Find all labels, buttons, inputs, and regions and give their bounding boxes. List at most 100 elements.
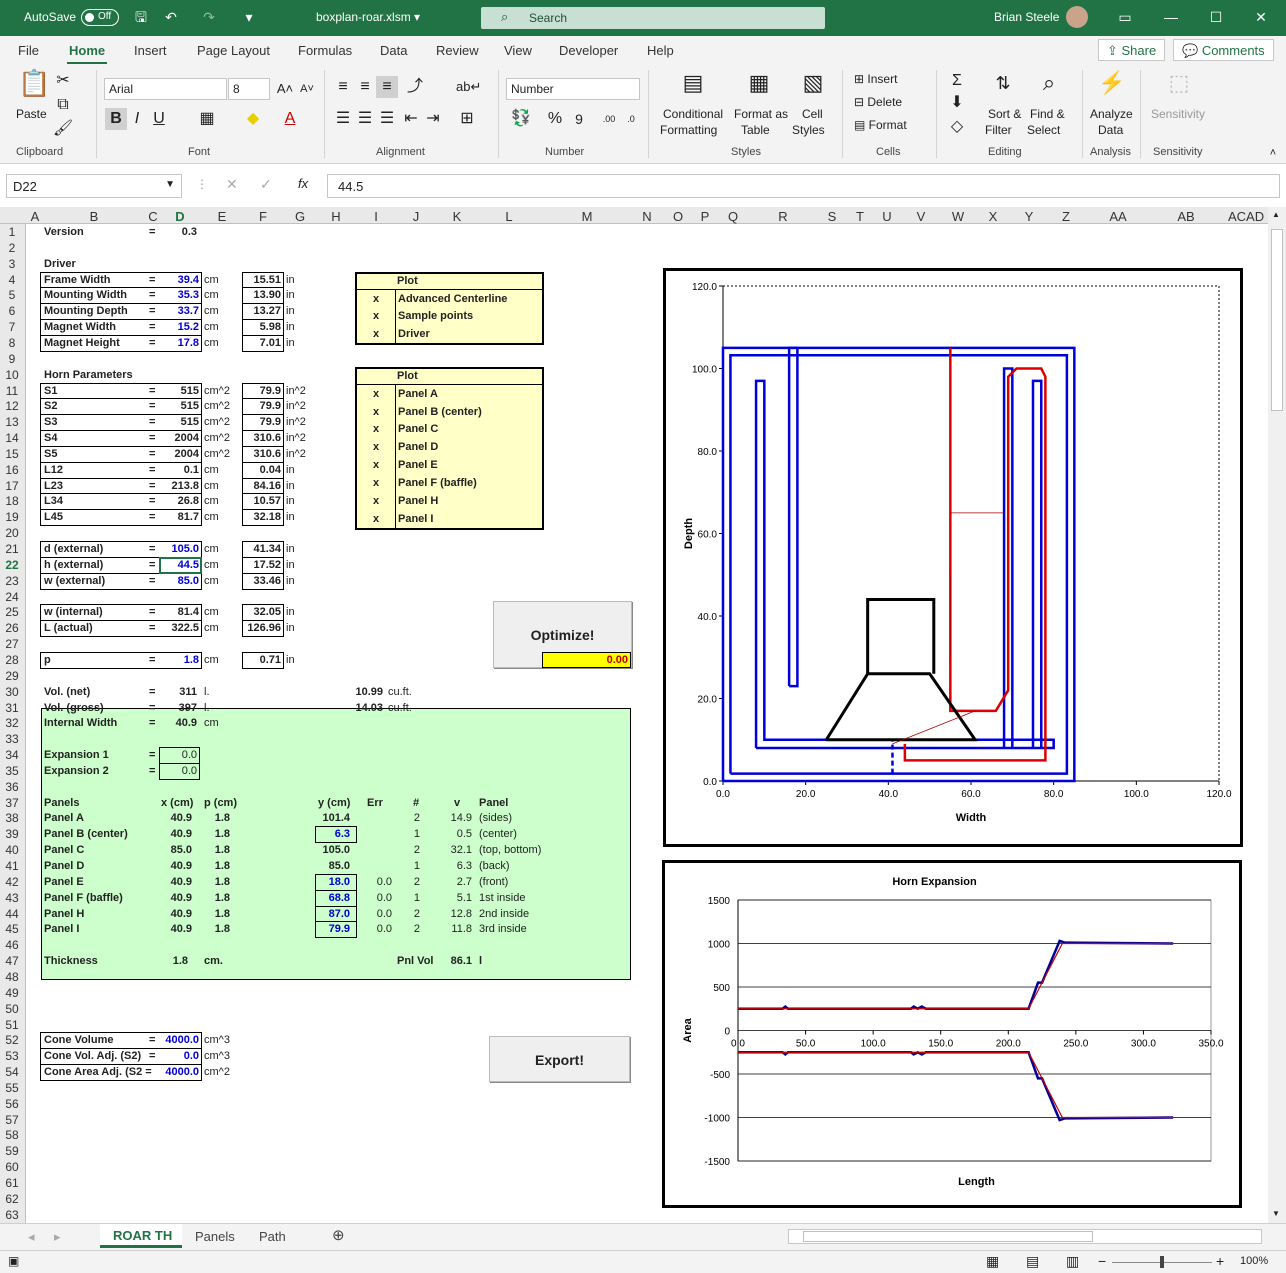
row-header[interactable]: 7 (0, 320, 24, 334)
param-value-in[interactable]: 5.98 (260, 320, 281, 334)
param-label[interactable]: S3 (44, 415, 57, 429)
column-header[interactable]: Y (1014, 209, 1044, 224)
panel-name[interactable]: Panel A (44, 811, 84, 825)
panel-err[interactable]: 0.0 (377, 891, 392, 905)
expansion1-label[interactable]: Expansion 1 (44, 748, 109, 762)
name-box[interactable]: D22 ▼ (6, 174, 182, 198)
panels-header[interactable]: Panels (44, 796, 79, 810)
param-label[interactable]: d (external) (44, 542, 103, 556)
column-header[interactable]: L (494, 209, 524, 224)
row-header[interactable]: 25 (0, 605, 24, 619)
zoom-in-icon[interactable]: + (1216, 1253, 1224, 1269)
collapse-ribbon-icon[interactable]: ˄ (1262, 142, 1284, 164)
param-value[interactable]: 35.3 (178, 288, 199, 302)
unit-label[interactable]: in (286, 542, 295, 556)
param-value[interactable]: 0.1 (184, 463, 199, 477)
tab-formulas[interactable]: Formulas (298, 43, 352, 58)
panel-v[interactable]: 14.9 (451, 811, 472, 825)
row-header[interactable]: 39 (0, 827, 24, 841)
panels-header[interactable]: Panel (479, 796, 508, 810)
param-value-in[interactable]: 32.18 (253, 510, 281, 524)
equals-sign[interactable]: = (149, 748, 155, 762)
row-header[interactable]: 8 (0, 336, 24, 350)
row-header[interactable]: 30 (0, 685, 24, 699)
row-header[interactable]: 58 (0, 1128, 24, 1142)
expansion2-label[interactable]: Expansion 2 (44, 764, 109, 778)
panel-desc[interactable]: 2nd inside (479, 907, 529, 921)
sheet-tab-path[interactable]: Path (259, 1229, 286, 1244)
param-value-in[interactable]: 15.51 (253, 273, 281, 287)
row-header[interactable]: 48 (0, 970, 24, 984)
row-header[interactable]: 20 (0, 526, 24, 540)
find-select-icon[interactable]: ⌕ (1038, 72, 1060, 102)
vertical-scrollbar[interactable]: ▲ ▼ (1268, 207, 1286, 1223)
font-name-select[interactable]: Arial (104, 78, 227, 100)
format-as-table-label-1[interactable]: Format as (734, 107, 788, 121)
analyze-data-icon[interactable]: ⚡ (1098, 72, 1125, 102)
equals-sign[interactable]: = (149, 542, 155, 556)
cell-styles-label-2[interactable]: Styles (792, 123, 825, 137)
font-color-icon[interactable]: A (279, 108, 301, 130)
row-header[interactable]: 54 (0, 1065, 24, 1079)
driver-heading[interactable]: Driver (44, 257, 76, 271)
expansion2-value[interactable]: 0.0 (182, 764, 197, 778)
row-header[interactable]: 63 (0, 1208, 24, 1222)
panel-x[interactable]: 40.9 (171, 859, 192, 873)
row-header[interactable]: 59 (0, 1144, 24, 1158)
tab-data[interactable]: Data (380, 43, 407, 58)
row-header[interactable]: 55 (0, 1081, 24, 1095)
panel-count[interactable]: 1 (414, 827, 420, 841)
equals-sign[interactable]: = (149, 701, 155, 715)
scroll-down-icon[interactable]: ▼ (1272, 1209, 1280, 1218)
equals-sign[interactable]: = (149, 225, 155, 239)
copy-icon[interactable]: ⧉ (52, 94, 74, 116)
equals-sign[interactable]: = (149, 510, 155, 524)
unit-label[interactable]: cm (204, 273, 219, 287)
horizontal-scrollbar[interactable] (788, 1229, 1262, 1244)
row-header[interactable]: 57 (0, 1113, 24, 1127)
conditional-formatting-icon[interactable]: ▤ (682, 72, 704, 102)
row-header[interactable]: 26 (0, 621, 24, 635)
redo-icon[interactable]: ↷ (200, 8, 218, 26)
unit-label[interactable]: cm (204, 510, 219, 524)
panel-v[interactable]: 2.7 (457, 875, 472, 889)
conditional-formatting-label-1[interactable]: Conditional (663, 107, 723, 121)
equals-sign[interactable]: = (149, 685, 155, 699)
panel-err[interactable]: 0.0 (377, 875, 392, 889)
comma-icon[interactable]: 9 (568, 108, 590, 130)
equals-sign[interactable]: = (149, 463, 155, 477)
unit-label[interactable]: cm^2 (204, 384, 230, 398)
sort-filter-label-2[interactable]: Filter (985, 123, 1012, 137)
param-value-in[interactable]: 33.46 (253, 574, 281, 588)
column-header[interactable]: T (845, 209, 875, 224)
unit-label[interactable]: cm (204, 653, 219, 667)
column-header[interactable]: Z (1051, 209, 1081, 224)
panel-v[interactable]: 6.3 (457, 859, 472, 873)
row-header[interactable]: 61 (0, 1176, 24, 1190)
panel-x[interactable]: 40.9 (171, 907, 192, 921)
plot-toggle[interactable]: x (373, 387, 379, 401)
borders-icon[interactable]: ▦ (196, 108, 218, 130)
tab-developer[interactable]: Developer (559, 43, 618, 58)
sheet-tab-panels[interactable]: Panels (195, 1229, 235, 1244)
unit-label[interactable]: cm (204, 463, 219, 477)
panel-desc[interactable]: (front) (479, 875, 508, 889)
panel-volume-label[interactable]: Pnl Vol (397, 954, 433, 968)
equals-sign[interactable]: = (149, 320, 155, 334)
equals-sign[interactable]: = (149, 288, 155, 302)
analyze-data-label-1[interactable]: Analyze (1090, 107, 1133, 121)
row-header[interactable]: 9 (0, 352, 24, 366)
plot-toggle[interactable]: x (373, 405, 379, 419)
horn-parameters-heading[interactable]: Horn Parameters (44, 368, 133, 382)
row-header[interactable]: 34 (0, 748, 24, 762)
panel-y[interactable]: 85.0 (329, 859, 350, 873)
vol-net-cuft[interactable]: 10.99 (355, 685, 383, 699)
unit-label[interactable]: cu.ft. (388, 701, 412, 715)
panel-x[interactable]: 40.9 (171, 811, 192, 825)
param-value-in[interactable]: 32.05 (253, 605, 281, 619)
param-value-in[interactable]: 0.04 (260, 463, 281, 477)
equals-sign[interactable]: = (149, 653, 155, 667)
panel-volume-unit[interactable]: l (479, 954, 482, 968)
param-value[interactable]: 2004 (175, 447, 199, 461)
tab-help[interactable]: Help (647, 43, 674, 58)
